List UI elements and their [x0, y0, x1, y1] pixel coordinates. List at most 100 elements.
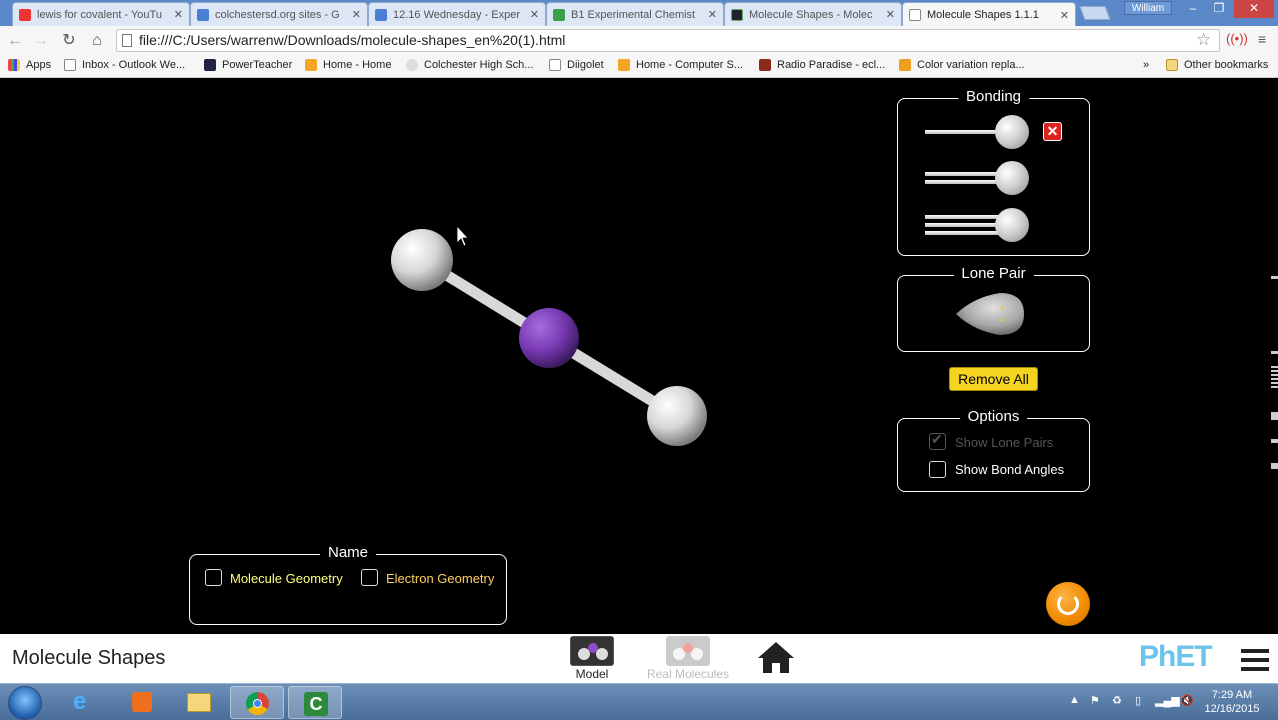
other-bookmarks-folder[interactable]: Other bookmarks [1166, 59, 1268, 71]
browser-tab-6-active[interactable]: Molecule Shapes 1.1.1 ✕ [902, 2, 1076, 27]
model-screen-button[interactable] [570, 636, 614, 666]
electron-geometry-checkbox[interactable] [361, 569, 378, 586]
browser-tab-2[interactable]: colchestersd.org sites - G ✕ [190, 2, 368, 26]
forward-arrow-icon[interactable]: → [30, 30, 52, 52]
clock-date: 12/16/2015 [1204, 703, 1260, 715]
remove-bond-close-icon[interactable]: ✕ [1043, 122, 1062, 141]
name-title: Name [319, 544, 377, 561]
restore-icon[interactable]: ❐ [1206, 0, 1232, 18]
page-icon [122, 34, 132, 47]
address-bar[interactable]: file:///C:/Users/warrenw/Downloads/molec… [116, 29, 1220, 52]
bookmark-label: Other bookmarks [1184, 59, 1269, 71]
close-tab-icon[interactable]: ✕ [886, 8, 895, 21]
tray-overflow-icon[interactable]: ▲ [1069, 694, 1080, 706]
real-molecules-screen-label[interactable]: Real Molecules [640, 667, 736, 681]
user-profile-chip[interactable]: William [1124, 1, 1172, 15]
double-bond-button[interactable] [925, 161, 1029, 195]
bookmark-diigolet[interactable]: Diigolet [549, 59, 604, 71]
taskbar-camtasia-icon[interactable]: C [288, 686, 342, 719]
close-tab-icon[interactable]: ✕ [708, 8, 717, 21]
real-molecules-screen-icon [673, 643, 703, 660]
home-button-icon[interactable]: ⌂ [86, 30, 108, 52]
minimize-icon[interactable]: – [1180, 0, 1206, 18]
bookmark-inbox[interactable]: Inbox - Outlook We... [64, 59, 185, 71]
url-text: file:///C:/Users/warrenw/Downloads/molec… [139, 32, 566, 48]
extension-icon[interactable]: ((•)) [1226, 31, 1248, 46]
bookmark-label: PowerTeacher [222, 59, 293, 71]
lone-pair-button[interactable] [954, 291, 1024, 337]
sim-play-area[interactable]: Bonding ✕ Lone Pair Remove All Options ✔… [0, 79, 1278, 634]
bookmark-radio-paradise[interactable]: Radio Paradise - ecl... [759, 59, 885, 71]
browser-tab-1[interactable]: lewis for covalent - YouTu ✕ [12, 2, 190, 26]
taskbar-ie-icon[interactable]: e [57, 686, 111, 719]
media-player-icon [132, 692, 152, 712]
close-tab-icon[interactable]: ✕ [530, 8, 539, 21]
power-icon[interactable]: ▯ [1135, 694, 1141, 707]
sync-icon[interactable]: ♻ [1112, 694, 1122, 707]
central-atom[interactable] [519, 308, 579, 368]
bookmark-apps[interactable]: Apps [8, 59, 51, 71]
close-tab-icon[interactable]: ✕ [352, 8, 361, 21]
browser-tab-strip: lewis for covalent - YouTu ✕ colchesters… [0, 0, 1278, 27]
home-icon[interactable] [756, 640, 796, 674]
window-close-icon[interactable]: ✕ [1234, 0, 1274, 18]
browser-tab-3[interactable]: 12.16 Wednesday - Exper ✕ [368, 2, 546, 26]
camtasia-icon: C [304, 692, 328, 716]
taskbar-chrome-icon[interactable] [230, 686, 284, 719]
show-bond-angles-checkbox[interactable] [929, 461, 946, 478]
phet-logo[interactable]: PhET [1139, 640, 1213, 674]
remove-all-button[interactable]: Remove All [949, 367, 1038, 391]
system-clock[interactable]: 7:29 AM 12/16/2015 [1196, 688, 1268, 716]
outer-atom-1[interactable] [391, 229, 453, 291]
windows-start-icon[interactable] [8, 686, 42, 720]
options-title: Options [959, 408, 1028, 425]
browser-tab-4[interactable]: B1 Experimental Chemist ✕ [546, 2, 724, 26]
close-tab-icon[interactable]: ✕ [174, 8, 183, 21]
phet-menu-icon[interactable] [1241, 649, 1269, 676]
edge-artifact [1271, 366, 1278, 390]
reset-all-button[interactable] [1046, 582, 1090, 626]
bookmark-computer-s[interactable]: Home - Computer S... [618, 59, 743, 71]
phet-navbar: Molecule Shapes Model Real Molecules PhE… [0, 634, 1278, 683]
new-tab-button[interactable] [1079, 6, 1111, 20]
model-screen-label[interactable]: Model [560, 667, 624, 681]
taskbar-explorer-icon[interactable] [172, 686, 226, 719]
internet-explorer-icon: e [73, 688, 87, 715]
bookmark-colchester-high[interactable]: Colchester High Sch... [406, 59, 533, 71]
bookmark-powerteacher[interactable]: PowerTeacher [204, 59, 292, 71]
electron-geometry-label: Electron Geometry [386, 571, 495, 586]
back-arrow-icon[interactable]: ← [4, 30, 26, 52]
bookmark-label: Apps [26, 59, 52, 71]
real-molecules-screen-button[interactable] [666, 636, 710, 666]
lone-pair-title: Lone Pair [953, 265, 1034, 282]
bookmark-color-variation[interactable]: Color variation repla... [899, 59, 1025, 71]
close-tab-icon[interactable]: ✕ [1060, 9, 1069, 22]
browser-tab-5[interactable]: Molecule Shapes - Molec ✕ [724, 2, 902, 26]
taskbar-media-icon[interactable] [114, 686, 168, 719]
chrome-menu-icon[interactable]: ≡ [1258, 31, 1266, 47]
folder-icon [187, 693, 211, 712]
lone-pair-panel: Lone Pair [897, 265, 1090, 352]
bookmark-label: Diigolet [567, 59, 604, 71]
edge-artifact [1271, 439, 1278, 443]
molecule-geometry-checkbox[interactable] [205, 569, 222, 586]
bookmark-home[interactable]: Home - Home [305, 59, 391, 71]
cloud-icon [406, 59, 418, 71]
triple-bond-line [925, 231, 1003, 235]
action-center-flag-icon[interactable]: ⚑ [1090, 694, 1100, 707]
triple-bond-icon [925, 215, 1003, 219]
bookmark-label: Home - Home [323, 59, 392, 71]
outer-atom-2[interactable] [647, 386, 707, 446]
triple-bond-button[interactable] [925, 208, 1029, 242]
bookmarks-overflow-button[interactable]: » [1143, 59, 1149, 71]
show-bond-angles-label: Show Bond Angles [955, 462, 1065, 477]
page-icon [549, 59, 561, 71]
volume-muted-icon[interactable]: 🔇 [1180, 694, 1194, 707]
network-signal-icon[interactable]: ▂▄▆ [1155, 694, 1180, 707]
bookmark-star-icon[interactable]: ☆ [1196, 30, 1211, 50]
reload-icon[interactable]: ↻ [58, 30, 80, 52]
bookmark-label: Home - Computer S... [636, 59, 743, 71]
show-lone-pairs-checkbox[interactable]: ✔ [929, 431, 946, 450]
single-bond-button[interactable] [925, 115, 1029, 149]
phet-icon [731, 8, 743, 21]
